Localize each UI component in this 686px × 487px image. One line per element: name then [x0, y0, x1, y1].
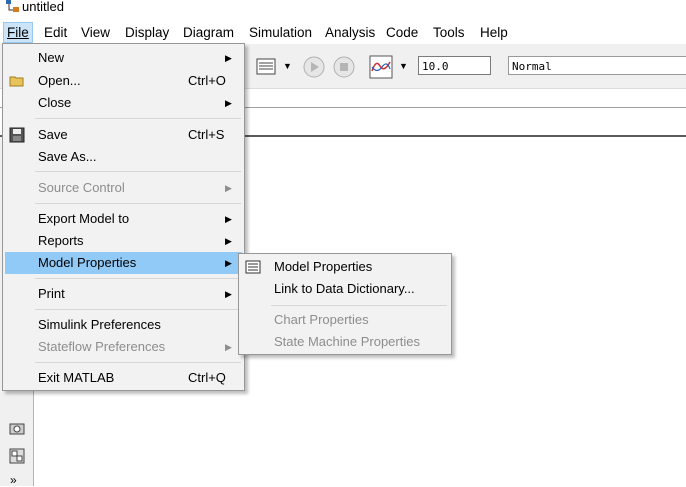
menu-view[interactable]: View [78, 23, 113, 42]
model-properties-submenu: Model Properties Link to Data Dictionary… [238, 253, 452, 355]
expand-icon[interactable]: » [10, 473, 17, 487]
menu-item-label: Print [38, 286, 65, 301]
menu-item-label: Save [38, 127, 68, 142]
stop-time-input[interactable]: 10.0 [418, 56, 491, 75]
submenu-arrow-icon: ▶ [225, 183, 232, 193]
menu-simulation[interactable]: Simulation [246, 23, 315, 42]
menu-item-save[interactable]: Save Ctrl+S [5, 124, 242, 146]
run-icon[interactable] [302, 55, 326, 79]
menu-item-print[interactable]: Print ▶ [5, 283, 242, 305]
menu-tools[interactable]: Tools [430, 23, 468, 42]
submenu-item-model-properties[interactable]: Model Properties [241, 256, 449, 278]
camera-icon[interactable] [9, 421, 25, 435]
menu-display[interactable]: Display [122, 23, 172, 42]
menu-item-label: New [38, 50, 65, 65]
submenu-item-link-dictionary[interactable]: Link to Data Dictionary... [241, 278, 449, 300]
menu-item-simulink-preferences[interactable]: Simulink Preferences [5, 314, 242, 336]
submenu-arrow-icon: ▶ [225, 289, 232, 299]
save-disk-icon [9, 127, 25, 143]
simulation-mode-select[interactable]: Normal [508, 56, 686, 75]
menu-separator [271, 305, 447, 306]
menu-item-label: Reports [38, 233, 84, 248]
menu-item-label: Close [38, 95, 72, 110]
menu-item-label: Export Model to [38, 211, 130, 226]
submenu-arrow-icon: ▶ [225, 342, 232, 352]
menu-item-close[interactable]: Close ▶ [5, 92, 242, 114]
menu-diagram[interactable]: Diagram [180, 23, 237, 42]
submenu-item-label: Chart Properties [274, 312, 369, 327]
menu-separator [35, 203, 241, 204]
simulink-app-icon [6, 0, 19, 12]
simulation-mode-value: Normal [512, 60, 552, 73]
menu-code[interactable]: Code [383, 23, 421, 42]
dropdown-arrow-icon[interactable]: ▼ [399, 61, 408, 71]
dropdown-arrow-icon[interactable]: ▼ [283, 61, 292, 71]
menu-file[interactable]: File [3, 22, 33, 43]
menu-separator [35, 309, 241, 310]
menu-item-label: Source Control [38, 180, 125, 195]
model-browser-icon[interactable] [9, 448, 25, 464]
menu-separator [35, 362, 241, 363]
menu-item-source-control: Source Control ▶ [5, 177, 242, 199]
menu-item-model-properties[interactable]: Model Properties ▶ [5, 252, 242, 274]
menu-separator [35, 118, 241, 119]
submenu-item-state-machine-properties: State Machine Properties [241, 331, 449, 353]
title-bar: untitled [0, 0, 686, 20]
menu-item-reports[interactable]: Reports ▶ [5, 230, 242, 252]
submenu-arrow-icon: ▶ [225, 236, 232, 246]
menu-file-label: File [7, 25, 29, 40]
scope-icon[interactable] [368, 54, 394, 80]
menu-item-open[interactable]: Open... Ctrl+O [5, 70, 242, 92]
menu-item-label: Model Properties [38, 255, 137, 270]
menu-item-export-model[interactable]: Export Model to ▶ [5, 208, 242, 230]
stop-icon[interactable] [332, 55, 356, 79]
submenu-arrow-icon: ▶ [225, 214, 232, 224]
file-menu: New ▶ Open... Ctrl+O Close ▶ Save Ctrl+S… [2, 43, 245, 391]
menu-bar: File Edit View Display Diagram Simulatio… [0, 20, 686, 44]
menu-item-label: Save As... [38, 149, 97, 164]
menu-item-save-as[interactable]: Save As... [5, 146, 242, 168]
submenu-item-label: State Machine Properties [274, 334, 420, 349]
open-folder-icon [9, 76, 24, 87]
window-title: untitled [22, 0, 64, 14]
menu-separator [35, 278, 241, 279]
menu-item-stateflow-preferences: Stateflow Preferences ▶ [5, 336, 242, 358]
menu-shortcut: Ctrl+S [188, 127, 225, 142]
menu-shortcut: Ctrl+Q [188, 370, 226, 385]
menu-help[interactable]: Help [477, 23, 511, 42]
menu-item-label: Open... [38, 73, 81, 88]
submenu-arrow-icon: ▶ [225, 53, 232, 63]
menu-item-label: Exit MATLAB [38, 370, 115, 385]
submenu-arrow-icon: ▶ [225, 258, 232, 268]
menu-shortcut: Ctrl+O [188, 73, 226, 88]
menu-item-new[interactable]: New ▶ [5, 47, 242, 69]
submenu-item-chart-properties: Chart Properties [241, 309, 449, 331]
menu-separator [35, 171, 241, 172]
submenu-item-label: Link to Data Dictionary... [274, 281, 415, 296]
menu-item-label: Simulink Preferences [38, 317, 161, 332]
model-config-icon[interactable] [254, 55, 278, 79]
menu-edit[interactable]: Edit [41, 23, 70, 42]
menu-analysis[interactable]: Analysis [322, 23, 378, 42]
menu-item-exit[interactable]: Exit MATLAB Ctrl+Q [5, 367, 242, 389]
menu-item-label: Stateflow Preferences [38, 339, 166, 354]
submenu-arrow-icon: ▶ [225, 98, 232, 108]
properties-list-icon [245, 260, 261, 274]
submenu-item-label: Model Properties [274, 259, 373, 274]
